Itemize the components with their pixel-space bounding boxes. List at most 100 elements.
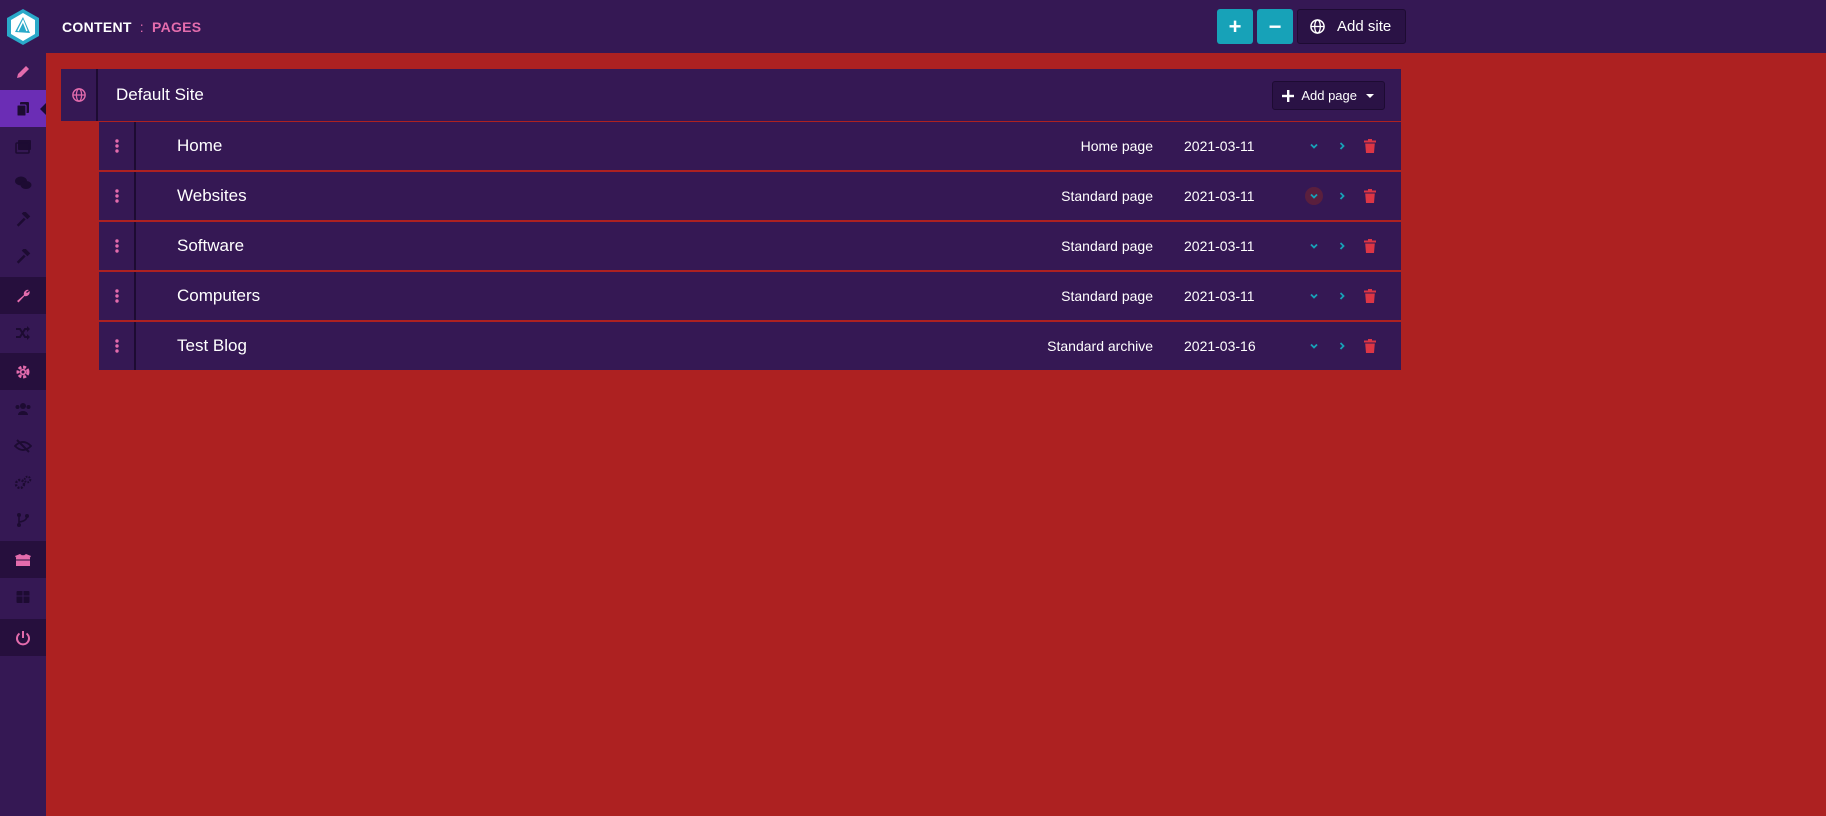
- page-title[interactable]: Software: [177, 222, 244, 270]
- row-actions: [1305, 322, 1379, 370]
- branch-icon: [17, 512, 29, 527]
- sidebar-item-package[interactable]: [0, 578, 46, 615]
- globe-icon: [71, 88, 86, 102]
- row-actions: [1305, 172, 1379, 220]
- minus-icon: −: [1268, 13, 1282, 39]
- sidebar-item-config[interactable]: [0, 464, 46, 501]
- chevron-right-icon: [1339, 192, 1345, 200]
- wrench-icon: [17, 289, 30, 302]
- open-button[interactable]: [1333, 287, 1351, 305]
- page-type: Standard page: [1061, 188, 1153, 204]
- chevron-right-icon: [1339, 292, 1345, 300]
- box-open-icon: [15, 553, 31, 566]
- expand-all-button[interactable]: +: [1217, 9, 1253, 44]
- plus-icon: [1282, 89, 1295, 102]
- chevron-down-icon: [1310, 193, 1318, 199]
- drag-handle[interactable]: [99, 172, 136, 220]
- box-icon: [16, 590, 30, 603]
- breadcrumb-root[interactable]: CONTENT: [62, 19, 132, 35]
- sidebar-item-logout[interactable]: [0, 619, 46, 656]
- sidebar-item-tools[interactable]: [0, 201, 46, 238]
- logo-icon: [7, 8, 39, 45]
- trash-icon: [1364, 239, 1376, 253]
- chevron-right-icon: [1339, 242, 1345, 250]
- open-button[interactable]: [1333, 337, 1351, 355]
- page-title[interactable]: Websites: [177, 172, 247, 220]
- open-button[interactable]: [1333, 237, 1351, 255]
- collapse-all-button[interactable]: −: [1257, 9, 1293, 44]
- page-row: Computers Standard page 2021-03-11: [99, 272, 1401, 320]
- delete-button[interactable]: [1361, 337, 1379, 355]
- delete-button[interactable]: [1361, 287, 1379, 305]
- sidebar-item-comments[interactable]: [0, 164, 46, 201]
- add-site-label: Add site: [1337, 18, 1392, 35]
- delete-button[interactable]: [1361, 187, 1379, 205]
- page-type: Standard page: [1061, 288, 1153, 304]
- sidebar-item-content[interactable]: [0, 53, 46, 90]
- plus-icon: +: [1228, 13, 1242, 39]
- top-actions: + − Add site: [1217, 9, 1407, 45]
- add-page-button[interactable]: Add page: [1272, 81, 1385, 110]
- comments-icon: [15, 176, 32, 189]
- trash-icon: [1364, 189, 1376, 203]
- vertical-dots-icon: [114, 139, 119, 153]
- expand-button[interactable]: [1305, 137, 1323, 155]
- gears-icon: [14, 475, 32, 489]
- page-row: Home Home page 2021-03-11: [99, 122, 1401, 170]
- sidebar-item-packages[interactable]: [0, 541, 46, 578]
- page-row: Test Blog Standard archive 2021-03-16: [99, 322, 1401, 370]
- breadcrumb-separator: :: [139, 18, 144, 35]
- add-page-label: Add page: [1301, 88, 1357, 103]
- app-logo[interactable]: [0, 0, 46, 53]
- sidebar-item-pages[interactable]: [0, 90, 46, 127]
- expand-button[interactable]: [1305, 237, 1323, 255]
- globe-icon: [1310, 19, 1325, 34]
- sidebar-item-settings[interactable]: [0, 277, 46, 314]
- sidebar-item-roles[interactable]: [0, 427, 46, 464]
- vertical-dots-icon: [114, 239, 119, 253]
- page-type: Standard archive: [1047, 338, 1153, 354]
- vertical-dots-icon: [114, 339, 119, 353]
- breadcrumb: CONTENT : PAGES: [62, 0, 201, 53]
- users-icon: [15, 402, 31, 415]
- page-title[interactable]: Test Blog: [177, 322, 247, 370]
- page-list: Home Home page 2021-03-11 Websites Stand…: [99, 122, 1401, 372]
- pencil-icon: [17, 65, 29, 78]
- delete-button[interactable]: [1361, 237, 1379, 255]
- expand-button[interactable]: [1305, 337, 1323, 355]
- page-date: 2021-03-11: [1184, 288, 1255, 304]
- open-button[interactable]: [1333, 137, 1351, 155]
- sidebar-item-users[interactable]: [0, 390, 46, 427]
- chevron-down-icon: [1310, 143, 1318, 149]
- trash-icon: [1364, 139, 1376, 153]
- sidebar-item-redirects[interactable]: [0, 314, 46, 351]
- site-title[interactable]: Default Site: [116, 69, 204, 121]
- sidebar-item-tools-2[interactable]: [0, 238, 46, 275]
- expand-button[interactable]: [1305, 187, 1323, 205]
- page-date: 2021-03-11: [1184, 238, 1255, 254]
- pages-icon: [16, 101, 29, 116]
- drag-handle[interactable]: [99, 272, 136, 320]
- breadcrumb-current: PAGES: [151, 18, 202, 35]
- page-type: Home page: [1080, 138, 1153, 154]
- drag-handle[interactable]: [99, 322, 136, 370]
- eye-slash-icon: [14, 438, 32, 453]
- page-row: Software Standard page 2021-03-11: [99, 222, 1401, 270]
- vertical-dots-icon: [114, 189, 119, 203]
- site-icon-cell: [61, 69, 98, 121]
- expand-button[interactable]: [1305, 287, 1323, 305]
- trash-icon: [1364, 289, 1376, 303]
- page-title[interactable]: Computers: [177, 272, 260, 320]
- sidebar-item-system[interactable]: [0, 353, 46, 390]
- open-button[interactable]: [1333, 187, 1351, 205]
- sidebar-item-media[interactable]: [0, 127, 46, 164]
- power-icon: [16, 630, 30, 645]
- hammer-icon: [16, 248, 31, 264]
- page-type: Standard page: [1061, 238, 1153, 254]
- drag-handle[interactable]: [99, 222, 136, 270]
- page-title[interactable]: Home: [177, 122, 222, 170]
- delete-button[interactable]: [1361, 137, 1379, 155]
- sidebar-item-modules[interactable]: [0, 501, 46, 538]
- drag-handle[interactable]: [99, 122, 136, 170]
- add-site-button[interactable]: Add site: [1297, 9, 1407, 44]
